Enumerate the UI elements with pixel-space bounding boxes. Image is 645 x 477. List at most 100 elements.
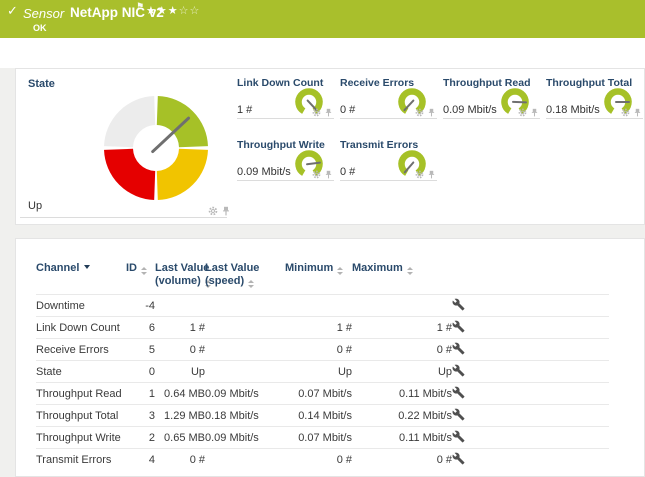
sort-icon: [337, 267, 343, 275]
channel-settings-wrench-icon[interactable]: [452, 364, 465, 377]
channel-minimum: 0.07 Mbit/s: [285, 427, 352, 449]
priority-flag-icon[interactable]: ⚑: [136, 2, 144, 12]
channel-maximum: 0.11 Mbit/s: [352, 383, 452, 405]
channel-actions: [452, 427, 609, 449]
channel-id: 2: [126, 427, 155, 449]
channel-settings-wrench-icon[interactable]: [452, 298, 465, 311]
channel-last-value-speed: 0.09 Mbit/s: [205, 383, 285, 405]
column-header-label: ID: [126, 262, 137, 274]
channel-id: 6: [126, 317, 155, 339]
channel-maximum: 0 #: [352, 339, 452, 361]
channel-settings-wrench-icon[interactable]: [452, 320, 465, 333]
column-header-label: Maximum: [352, 262, 403, 274]
column-header-label: Channel: [36, 262, 79, 274]
channel-name: Receive Errors: [36, 339, 126, 361]
stars-empty[interactable]: ☆☆: [179, 4, 201, 17]
tab-bar: Overview Live Data 2 days 30 days 365 da…: [0, 38, 645, 68]
channel-maximum: 0.11 Mbit/s: [352, 427, 452, 449]
state-gauge-actions[interactable]: [208, 206, 230, 216]
table-header-row: Channel ID Last Value(volume) Last Value…: [36, 239, 609, 295]
mini-gauge-throughput-read: Throughput Read 0.09 Mbit/s: [443, 77, 540, 119]
channel-minimum: Up: [285, 361, 352, 383]
pin-icon[interactable]: [428, 108, 435, 117]
channel-last-value-speed: 0.18 Mbit/s: [205, 405, 285, 427]
channel-id: -4: [126, 295, 155, 317]
channel-last-value-speed: [205, 317, 285, 339]
channel-row: Receive Errors 5 0 # 0 # 0 #: [36, 339, 609, 361]
channel-last-value-volume: 1 #: [155, 317, 205, 339]
gear-icon[interactable]: [415, 108, 424, 117]
gauge-actions[interactable]: [312, 170, 332, 179]
sort-icon: [407, 267, 413, 275]
channel-last-value-speed: 0.09 Mbit/s: [205, 427, 285, 449]
channels-panel: Channel ID Last Value(volume) Last Value…: [15, 238, 645, 477]
gauge-actions[interactable]: [415, 170, 435, 179]
gear-icon[interactable]: [518, 108, 527, 117]
pin-icon[interactable]: [325, 170, 332, 179]
pin-icon[interactable]: [222, 206, 230, 216]
status-check-icon: ✓: [7, 4, 18, 19]
gauge-actions[interactable]: [518, 108, 538, 117]
channel-settings-wrench-icon[interactable]: [452, 342, 465, 355]
gear-icon[interactable]: [415, 170, 424, 179]
gauge-needle: [615, 101, 630, 103]
channels-table: Channel ID Last Value(volume) Last Value…: [36, 239, 609, 471]
gauge-value: 0.18 Mbit/s: [546, 104, 600, 116]
gauge-segment-unknown: [119, 111, 155, 147]
mini-gauge-link-down-count: Link Down Count 1 #: [237, 77, 334, 119]
sensor-header: ✓ Sensor NetApp NIC v2 ⚑ ★★★☆☆ OK: [0, 0, 645, 38]
channel-minimum: 0 #: [285, 339, 352, 361]
channel-id: 5: [126, 339, 155, 361]
column-header-minimum[interactable]: Minimum: [285, 239, 352, 295]
channel-row: State 0 Up Up Up: [36, 361, 609, 383]
channel-last-value-volume: [155, 295, 205, 317]
channel-id: 1: [126, 383, 155, 405]
gear-icon[interactable]: [312, 108, 321, 117]
channel-actions: [452, 383, 609, 405]
pin-icon[interactable]: [531, 108, 538, 117]
gauge-actions[interactable]: [415, 108, 435, 117]
column-header-maximum[interactable]: Maximum: [352, 239, 452, 295]
sensor-status-badge: OK: [33, 23, 47, 33]
column-header-last-value-volume[interactable]: Last Value(volume): [155, 239, 205, 295]
channel-row: Throughput Read 1 0.64 MB 0.09 Mbit/s 0.…: [36, 383, 609, 405]
channel-settings-wrench-icon[interactable]: [452, 430, 465, 443]
channel-actions: [452, 405, 609, 427]
channel-last-value-volume: Up: [155, 361, 205, 383]
gauge-actions[interactable]: [312, 108, 332, 117]
column-header-label: Last Value: [155, 262, 209, 274]
column-header-id[interactable]: ID: [126, 239, 155, 295]
channel-last-value-speed: [205, 295, 285, 317]
column-header-last-value-speed[interactable]: Last Value(speed): [205, 239, 285, 295]
overview-panel: State Up Link Down Count: [15, 68, 645, 225]
pin-icon[interactable]: [428, 170, 435, 179]
channel-name: Link Down Count: [36, 317, 126, 339]
gear-icon[interactable]: [312, 170, 321, 179]
pin-icon[interactable]: [634, 108, 641, 117]
mini-gauge-throughput-total: Throughput Total 0.18 Mbit/s: [546, 77, 643, 119]
channel-last-value-speed: [205, 449, 285, 471]
priority-stars[interactable]: ★★★☆☆: [146, 4, 200, 17]
channel-name: Downtime: [36, 295, 126, 317]
channel-settings-wrench-icon[interactable]: [452, 386, 465, 399]
channel-id: 3: [126, 405, 155, 427]
gear-icon[interactable]: [208, 206, 218, 216]
channel-minimum: 0.14 Mbit/s: [285, 405, 352, 427]
column-header-label: (speed): [205, 275, 244, 287]
channel-settings-wrench-icon[interactable]: [452, 408, 465, 421]
gear-icon[interactable]: [621, 108, 630, 117]
gauge-actions[interactable]: [621, 108, 641, 117]
gauge-value: 0 #: [340, 166, 355, 178]
stars-filled[interactable]: ★★★: [146, 4, 179, 17]
channel-name: Transmit Errors: [36, 449, 126, 471]
channel-settings-wrench-icon[interactable]: [452, 452, 465, 465]
sort-icon: [141, 267, 147, 275]
column-header-channel[interactable]: Channel: [36, 239, 126, 295]
channel-last-value-volume: 0.64 MB: [155, 383, 205, 405]
column-header-label: Last Value: [205, 262, 259, 274]
column-header-label: (volume): [155, 275, 201, 287]
channel-actions: [452, 317, 609, 339]
pin-icon[interactable]: [325, 108, 332, 117]
state-gauge-value: Up: [28, 200, 42, 212]
state-gauge-label: State: [28, 78, 55, 90]
